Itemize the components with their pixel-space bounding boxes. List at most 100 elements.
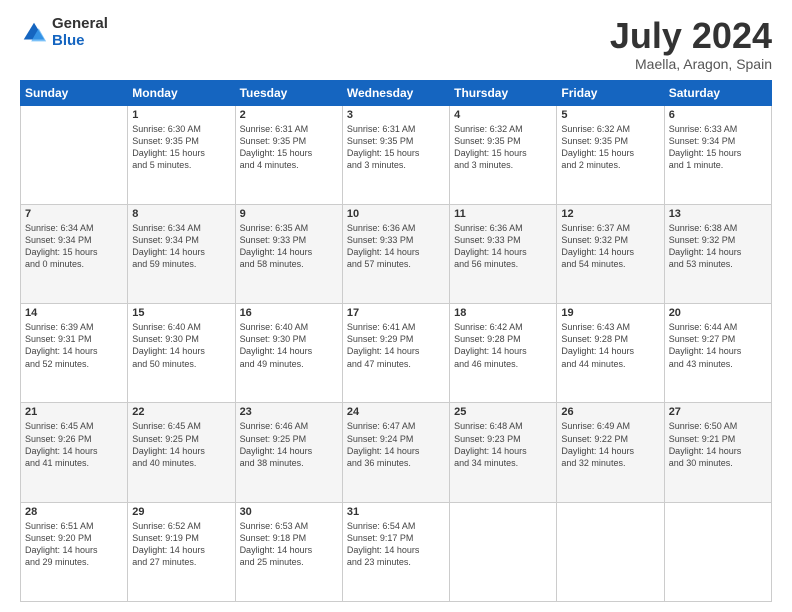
calendar-cell xyxy=(450,502,557,601)
calendar-cell: 13Sunrise: 6:38 AM Sunset: 9:32 PM Dayli… xyxy=(664,204,771,303)
day-info: Sunrise: 6:43 AM Sunset: 9:28 PM Dayligh… xyxy=(561,321,659,370)
calendar-cell xyxy=(664,502,771,601)
day-info: Sunrise: 6:39 AM Sunset: 9:31 PM Dayligh… xyxy=(25,321,123,370)
day-number: 5 xyxy=(561,109,659,121)
day-info: Sunrise: 6:36 AM Sunset: 9:33 PM Dayligh… xyxy=(347,222,445,271)
day-number: 10 xyxy=(347,208,445,220)
day-info: Sunrise: 6:53 AM Sunset: 9:18 PM Dayligh… xyxy=(240,520,338,569)
day-number: 24 xyxy=(347,406,445,418)
calendar-cell: 8 Sunrise: 6:34 AM Sunset: 9:34 PM Daylig… xyxy=(128,204,235,303)
day-number: 2 xyxy=(240,109,338,121)
calendar-cell: 19 Sunrise: 6:43 AM Sunset: 9:28 PM Dayli… xyxy=(557,304,664,403)
logo-text: General Blue xyxy=(52,16,108,49)
day-info: Sunrise: 6:44 AM Sunset: 9:27 PM Dayligh… xyxy=(669,321,767,370)
day-number: 7 xyxy=(25,208,123,220)
calendar-cell xyxy=(557,502,664,601)
day-info: Sunrise: 6:31 AM Sunset: 9:35 PM Dayligh… xyxy=(240,123,338,172)
day-info: Sunrise: 6:32 AM Sunset: 9:35 PM Dayligh… xyxy=(454,123,552,172)
calendar-header-wednesday: Wednesday xyxy=(342,80,449,105)
day-number: 19 xyxy=(561,307,659,319)
day-info: Sunrise: 6:40 AM Sunset: 9:30 PM Dayligh… xyxy=(240,321,338,370)
calendar-cell: 31 Sunrise: 6:54 AM Sunset: 9:17 PM Dayli… xyxy=(342,502,449,601)
day-info: Sunrise: 6:54 AM Sunset: 9:17 PM Dayligh… xyxy=(347,520,445,569)
day-number: 27 xyxy=(669,406,767,418)
main-title: July 2024 xyxy=(610,16,772,56)
calendar-cell: 25 Sunrise: 6:48 AM Sunset: 9:23 PM Dayli… xyxy=(450,403,557,502)
calendar-week-5: 28Sunrise: 6:51 AM Sunset: 9:20 PM Dayli… xyxy=(21,502,772,601)
calendar-cell: 20 Sunrise: 6:44 AM Sunset: 9:27 PM Dayli… xyxy=(664,304,771,403)
calendar-cell: 6 Sunrise: 6:33 AM Sunset: 9:34 PM Daylig… xyxy=(664,105,771,204)
calendar-week-3: 14 Sunrise: 6:39 AM Sunset: 9:31 PM Dayli… xyxy=(21,304,772,403)
day-info: Sunrise: 6:36 AM Sunset: 9:33 PM Dayligh… xyxy=(454,222,552,271)
day-info: Sunrise: 6:34 AM Sunset: 9:34 PM Dayligh… xyxy=(25,222,123,271)
day-number: 6 xyxy=(669,109,767,121)
day-number: 1 xyxy=(132,109,230,121)
header: General Blue July 2024 Maella, Aragon, S… xyxy=(20,16,772,72)
logo-general: General xyxy=(52,16,108,33)
calendar-cell: 5 Sunrise: 6:32 AM Sunset: 9:35 PM Daylig… xyxy=(557,105,664,204)
day-number: 20 xyxy=(669,307,767,319)
day-info: Sunrise: 6:33 AM Sunset: 9:34 PM Dayligh… xyxy=(669,123,767,172)
calendar-cell: 29Sunrise: 6:52 AM Sunset: 9:19 PM Dayli… xyxy=(128,502,235,601)
day-number: 4 xyxy=(454,109,552,121)
day-number: 14 xyxy=(25,307,123,319)
calendar-week-4: 21Sunrise: 6:45 AM Sunset: 9:26 PM Dayli… xyxy=(21,403,772,502)
subtitle: Maella, Aragon, Spain xyxy=(610,56,772,72)
calendar-header-saturday: Saturday xyxy=(664,80,771,105)
day-info: Sunrise: 6:51 AM Sunset: 9:20 PM Dayligh… xyxy=(25,520,123,569)
day-number: 23 xyxy=(240,406,338,418)
calendar-header-tuesday: Tuesday xyxy=(235,80,342,105)
day-number: 16 xyxy=(240,307,338,319)
calendar-cell: 15Sunrise: 6:40 AM Sunset: 9:30 PM Dayli… xyxy=(128,304,235,403)
logo: General Blue xyxy=(20,16,108,49)
day-info: Sunrise: 6:35 AM Sunset: 9:33 PM Dayligh… xyxy=(240,222,338,271)
day-info: Sunrise: 6:47 AM Sunset: 9:24 PM Dayligh… xyxy=(347,420,445,469)
calendar-header-friday: Friday xyxy=(557,80,664,105)
calendar-cell: 17Sunrise: 6:41 AM Sunset: 9:29 PM Dayli… xyxy=(342,304,449,403)
day-info: Sunrise: 6:41 AM Sunset: 9:29 PM Dayligh… xyxy=(347,321,445,370)
day-number: 15 xyxy=(132,307,230,319)
day-info: Sunrise: 6:45 AM Sunset: 9:25 PM Dayligh… xyxy=(132,420,230,469)
day-info: Sunrise: 6:32 AM Sunset: 9:35 PM Dayligh… xyxy=(561,123,659,172)
day-number: 22 xyxy=(132,406,230,418)
day-info: Sunrise: 6:30 AM Sunset: 9:35 PM Dayligh… xyxy=(132,123,230,172)
day-info: Sunrise: 6:34 AM Sunset: 9:34 PM Dayligh… xyxy=(132,222,230,271)
day-number: 13 xyxy=(669,208,767,220)
calendar-cell: 21Sunrise: 6:45 AM Sunset: 9:26 PM Dayli… xyxy=(21,403,128,502)
day-info: Sunrise: 6:42 AM Sunset: 9:28 PM Dayligh… xyxy=(454,321,552,370)
calendar-week-1: 1 Sunrise: 6:30 AM Sunset: 9:35 PM Daylig… xyxy=(21,105,772,204)
day-number: 11 xyxy=(454,208,552,220)
calendar-header-sunday: Sunday xyxy=(21,80,128,105)
day-info: Sunrise: 6:37 AM Sunset: 9:32 PM Dayligh… xyxy=(561,222,659,271)
day-number: 18 xyxy=(454,307,552,319)
calendar-header-monday: Monday xyxy=(128,80,235,105)
calendar-cell: 3Sunrise: 6:31 AM Sunset: 9:35 PM Daylig… xyxy=(342,105,449,204)
calendar-cell: 7 Sunrise: 6:34 AM Sunset: 9:34 PM Daylig… xyxy=(21,204,128,303)
day-info: Sunrise: 6:48 AM Sunset: 9:23 PM Dayligh… xyxy=(454,420,552,469)
day-info: Sunrise: 6:49 AM Sunset: 9:22 PM Dayligh… xyxy=(561,420,659,469)
calendar-cell: 9 Sunrise: 6:35 AM Sunset: 9:33 PM Daylig… xyxy=(235,204,342,303)
day-number: 8 xyxy=(132,208,230,220)
calendar-cell: 27Sunrise: 6:50 AM Sunset: 9:21 PM Dayli… xyxy=(664,403,771,502)
calendar-cell: 4 Sunrise: 6:32 AM Sunset: 9:35 PM Daylig… xyxy=(450,105,557,204)
calendar-cell: 23Sunrise: 6:46 AM Sunset: 9:25 PM Dayli… xyxy=(235,403,342,502)
calendar-cell: 2 Sunrise: 6:31 AM Sunset: 9:35 PM Daylig… xyxy=(235,105,342,204)
day-number: 21 xyxy=(25,406,123,418)
logo-icon xyxy=(20,19,48,47)
day-number: 25 xyxy=(454,406,552,418)
page: General Blue July 2024 Maella, Aragon, S… xyxy=(0,0,792,612)
day-number: 3 xyxy=(347,109,445,121)
calendar-cell: 11 Sunrise: 6:36 AM Sunset: 9:33 PM Dayli… xyxy=(450,204,557,303)
calendar-cell: 24 Sunrise: 6:47 AM Sunset: 9:24 PM Dayli… xyxy=(342,403,449,502)
day-number: 31 xyxy=(347,506,445,518)
calendar-header-thursday: Thursday xyxy=(450,80,557,105)
calendar-cell: 28Sunrise: 6:51 AM Sunset: 9:20 PM Dayli… xyxy=(21,502,128,601)
day-number: 30 xyxy=(240,506,338,518)
calendar-week-2: 7 Sunrise: 6:34 AM Sunset: 9:34 PM Daylig… xyxy=(21,204,772,303)
day-number: 29 xyxy=(132,506,230,518)
day-number: 9 xyxy=(240,208,338,220)
calendar-cell: 26Sunrise: 6:49 AM Sunset: 9:22 PM Dayli… xyxy=(557,403,664,502)
calendar-table: SundayMondayTuesdayWednesdayThursdayFrid… xyxy=(20,80,772,602)
calendar-cell: 12Sunrise: 6:37 AM Sunset: 9:32 PM Dayli… xyxy=(557,204,664,303)
calendar-cell: 10 Sunrise: 6:36 AM Sunset: 9:33 PM Dayli… xyxy=(342,204,449,303)
